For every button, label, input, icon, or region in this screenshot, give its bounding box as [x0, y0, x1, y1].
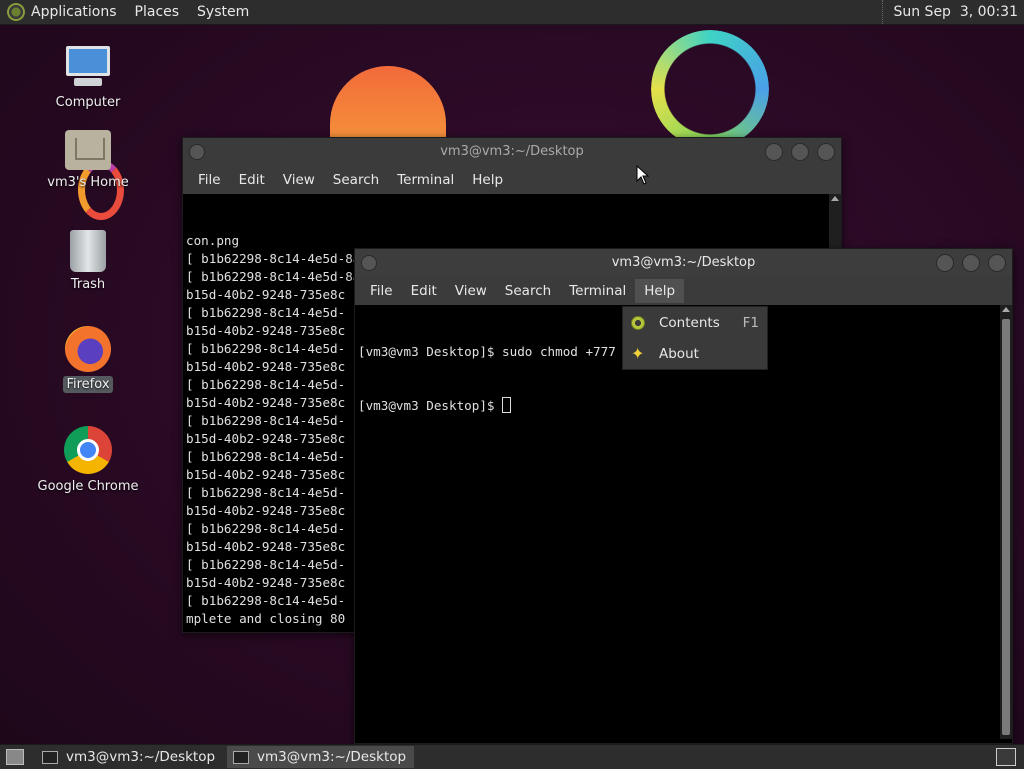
close-icon[interactable] — [988, 254, 1006, 272]
menu-search[interactable]: Search — [324, 168, 388, 192]
window-menubar: File Edit View Search Terminal Help — [183, 166, 841, 194]
about-star-icon: ✦ — [631, 343, 645, 363]
menu-view[interactable]: View — [274, 168, 324, 192]
mouse-pointer-icon — [636, 165, 650, 185]
wallpaper-ring-shape — [651, 30, 769, 148]
terminal-icon — [42, 750, 58, 764]
workspace-switcher-icon[interactable] — [996, 748, 1016, 766]
maximize-icon[interactable] — [962, 254, 980, 272]
menu-terminal[interactable]: Terminal — [560, 279, 635, 303]
menu-item-label: Contents — [659, 314, 720, 331]
bottom-panel: vm3@vm3:~/Desktop vm3@vm3:~/Desktop — [0, 744, 1024, 769]
menu-terminal[interactable]: Terminal — [388, 168, 463, 192]
scrollbar[interactable] — [1000, 305, 1012, 739]
window-menubar: File Edit View Search Terminal Help — [355, 277, 1012, 305]
show-desktop-icon[interactable] — [6, 749, 24, 765]
scroll-up-icon[interactable] — [831, 196, 839, 201]
chrome-icon — [64, 426, 112, 474]
top-panel: Applications Places System Sun Sep 3, 00… — [0, 0, 1024, 25]
home-folder-icon — [65, 130, 111, 170]
menu-edit[interactable]: Edit — [402, 279, 446, 303]
terminal-prompt-line: [vm3@vm3 Desktop]$ — [358, 397, 1012, 415]
desktop-icon-computer[interactable]: Computer — [28, 46, 148, 111]
minimize-icon[interactable] — [936, 254, 954, 272]
terminal-icon — [233, 750, 250, 764]
taskbar-item-label: vm3@vm3:~/Desktop — [66, 749, 216, 765]
taskbar-item[interactable]: vm3@vm3:~/Desktop — [36, 746, 223, 768]
menu-item-label: About — [659, 345, 699, 362]
menu-item-about[interactable]: ✦ About — [623, 338, 767, 369]
taskbar-item-active[interactable]: vm3@vm3:~/Desktop — [227, 746, 415, 768]
desktop-icon-label: Firefox — [63, 376, 113, 393]
desktop-icon-home[interactable]: vm3's Home — [28, 130, 148, 191]
taskbar-item-label: vm3@vm3:~/Desktop — [257, 749, 407, 765]
computer-icon — [64, 46, 112, 90]
menu-search[interactable]: Search — [496, 279, 560, 303]
trash-icon — [70, 230, 106, 272]
menu-places[interactable]: Places — [135, 4, 180, 20]
shortcut-label: F1 — [742, 314, 759, 331]
minimize-icon[interactable] — [765, 143, 783, 161]
terminal-cursor — [502, 397, 512, 413]
menu-edit[interactable]: Edit — [230, 168, 274, 192]
maximize-icon[interactable] — [791, 143, 809, 161]
desktop-icon-trash[interactable]: Trash — [28, 230, 148, 293]
scrollbar-thumb[interactable] — [1002, 319, 1010, 735]
menu-item-contents[interactable]: Contents F1 — [623, 307, 767, 338]
desktop-icon-label: Trash — [70, 277, 106, 292]
menu-help[interactable]: Help — [463, 168, 512, 192]
menu-applications[interactable]: Applications — [31, 4, 117, 20]
menu-file[interactable]: File — [361, 279, 402, 303]
menu-system[interactable]: System — [197, 4, 249, 20]
window-menu-icon[interactable] — [361, 255, 377, 271]
menu-file[interactable]: File — [189, 168, 230, 192]
close-icon[interactable] — [817, 143, 835, 161]
help-contents-icon — [631, 315, 645, 330]
scroll-up-icon[interactable] — [1002, 307, 1010, 312]
clock[interactable]: Sun Sep 3, 00:31 — [882, 0, 1024, 24]
desktop-icon-chrome[interactable]: Google Chrome — [28, 426, 148, 495]
terminal-prompt: [vm3@vm3 Desktop]$ — [358, 398, 503, 413]
window-menu-icon[interactable] — [189, 144, 205, 160]
distro-logo-icon[interactable] — [7, 3, 25, 21]
help-menu-dropdown: Contents F1 ✦ About — [622, 306, 768, 370]
firefox-icon — [65, 326, 111, 372]
desktop-icon-firefox[interactable]: Firefox — [28, 326, 148, 393]
menu-view[interactable]: View — [446, 279, 496, 303]
window-title: vm3@vm3:~/Desktop — [440, 144, 584, 159]
desktop-icon-label: vm3's Home — [47, 175, 129, 190]
terminal-output[interactable]: [vm3@vm3 Desktop]$ sudo chmod +777 [vm3@… — [355, 305, 1012, 739]
menu-help[interactable]: Help — [635, 279, 685, 303]
window-titlebar[interactable]: vm3@vm3:~/Desktop — [355, 249, 1012, 277]
desktop-icon-label: Google Chrome — [37, 479, 139, 494]
desktop-icon-label: Computer — [55, 95, 121, 110]
window-titlebar[interactable]: vm3@vm3:~/Desktop — [183, 138, 841, 166]
window-title: vm3@vm3:~/Desktop — [611, 255, 756, 270]
